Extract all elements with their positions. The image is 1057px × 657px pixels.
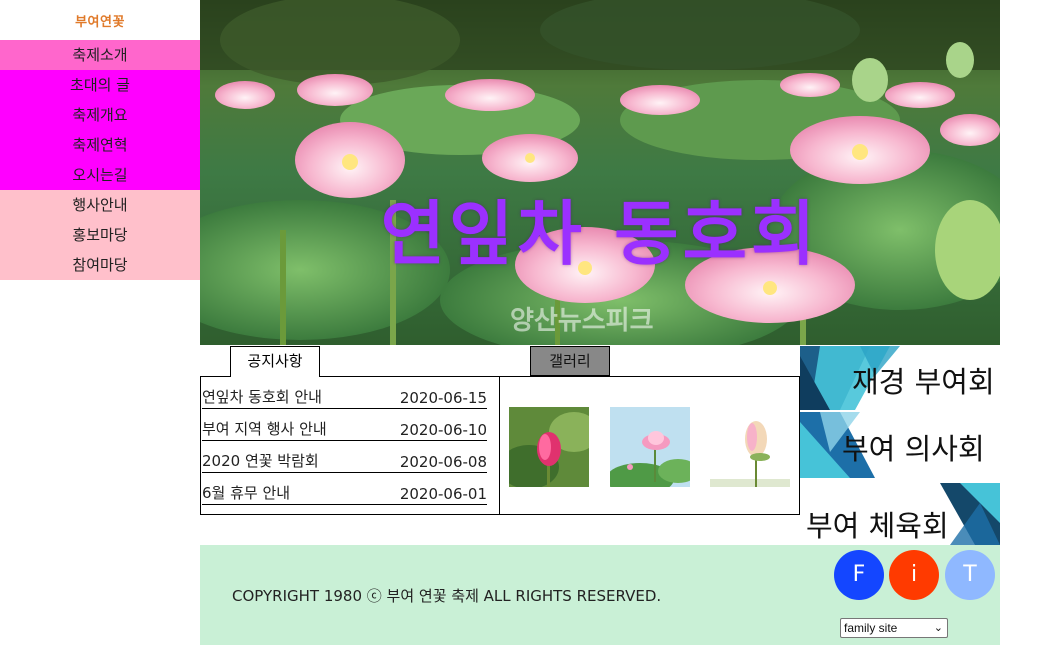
hero-watermark: 양산뉴스피크 xyxy=(510,306,654,336)
hero-title: 연잎차 동호회 xyxy=(380,193,820,275)
banner-jaegyeong-buyeo[interactable]: 재경 부여회 xyxy=(800,346,1000,410)
page: 부여연꽃 축제소개 초대의 글 축제개요 축제연혁 오시는길 행사안내 홍보마당… xyxy=(0,0,1057,657)
family-site-select[interactable]: family site ⌄ xyxy=(840,618,948,638)
nav-item-history[interactable]: 축제연혁 xyxy=(0,130,200,160)
twitter-icon[interactable]: T xyxy=(945,550,995,600)
facebook-icon[interactable]: F xyxy=(834,550,884,600)
nav-item-participation[interactable]: 참여마당 xyxy=(0,250,200,280)
notice-date: 2020-06-10 xyxy=(399,421,487,439)
chevron-down-icon: ⌄ xyxy=(933,622,943,634)
notice-date: 2020-06-15 xyxy=(399,389,487,407)
footer: COPYRIGHT 1980 ⓒ 부여 연꽃 축제 ALL RIGHTS RES… xyxy=(200,545,1000,645)
lotus-pond-image xyxy=(200,0,1000,345)
family-site-value: family site xyxy=(844,621,898,635)
copyright-text: COPYRIGHT 1980 ⓒ 부여 연꽃 축제 ALL RIGHTS RES… xyxy=(232,587,662,605)
banner-buyeo-medical[interactable]: 부여 의사회 xyxy=(800,412,1000,478)
notice-title[interactable]: 6월 휴무 안내 xyxy=(202,482,290,503)
banner-label: 부여 의사회 xyxy=(842,432,985,466)
notice-row[interactable]: 6월 휴무 안내 2020-06-01 xyxy=(202,473,487,505)
notice-row[interactable]: 연잎차 동호회 안내 2020-06-15 xyxy=(202,377,487,409)
gallery-thumb-lotus-sky[interactable] xyxy=(610,407,690,487)
notice-title[interactable]: 부여 지역 행사 안내 xyxy=(202,418,327,439)
notice-row[interactable]: 2020 연꽃 박람회 2020-06-08 xyxy=(202,441,487,473)
banner-buyeo-sports[interactable]: 부여 체육회 xyxy=(800,483,1000,545)
nav-item-festival-intro[interactable]: 축제소개 xyxy=(0,40,200,70)
gallery-panel xyxy=(499,376,800,515)
notice-date: 2020-06-08 xyxy=(399,453,487,471)
nav-item-directions[interactable]: 오시는길 xyxy=(0,160,200,190)
nav-item-invitation[interactable]: 초대의 글 xyxy=(0,70,200,100)
tab-notice[interactable]: 공지사항 xyxy=(230,346,320,377)
gallery-thumb-pink-bud[interactable] xyxy=(509,407,589,487)
nav-item-promotion[interactable]: 홍보마당 xyxy=(0,220,200,250)
nav-item-events[interactable]: 행사안내 xyxy=(0,190,200,220)
notice-title[interactable]: 연잎차 동호회 안내 xyxy=(202,386,322,407)
site-logo[interactable]: 부여연꽃 xyxy=(0,0,200,40)
notice-date: 2020-06-01 xyxy=(399,485,487,503)
notice-panel: 연잎차 동호회 안내 2020-06-15 부여 지역 행사 안내 2020-0… xyxy=(200,376,500,515)
logo-text: 부여연꽃 xyxy=(75,13,125,29)
instagram-icon[interactable]: i xyxy=(889,550,939,600)
notice-title[interactable]: 2020 연꽃 박람회 xyxy=(202,450,319,471)
gallery-thumb-white-bud[interactable] xyxy=(710,407,790,487)
banner-label: 부여 체육회 xyxy=(806,509,949,543)
hero-banner: 양산뉴스피크 연잎차 동호회 xyxy=(200,0,1000,345)
banner-label: 재경 부여회 xyxy=(852,365,995,399)
nav-item-overview[interactable]: 축제개요 xyxy=(0,100,200,130)
sidebar-nav: 축제소개 초대의 글 축제개요 축제연혁 오시는길 행사안내 홍보마당 참여마당 xyxy=(0,40,200,280)
notice-row[interactable]: 부여 지역 행사 안내 2020-06-10 xyxy=(202,409,487,441)
tab-gallery[interactable]: 갤러리 xyxy=(530,346,610,376)
